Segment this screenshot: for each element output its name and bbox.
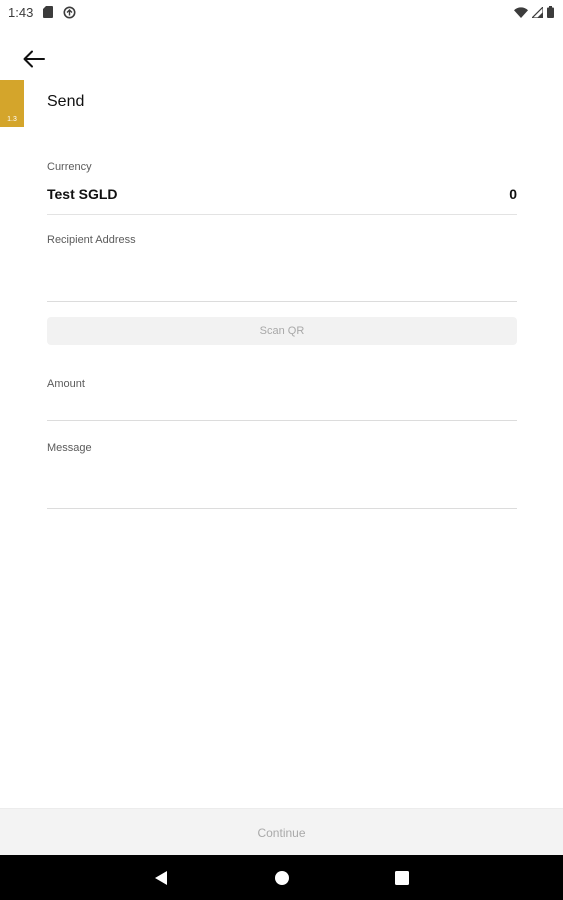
recipient-address-label: Recipient Address	[47, 234, 136, 246]
currency-selector[interactable]: Test SGLD 0	[47, 186, 517, 215]
navigation-bar	[0, 855, 563, 900]
signal-icon	[532, 6, 543, 18]
recents-square-icon	[395, 871, 409, 885]
status-bar: 1:43	[0, 0, 563, 24]
message-input[interactable]	[47, 460, 517, 509]
nav-back-button[interactable]	[149, 866, 173, 890]
amount-label: Amount	[47, 378, 85, 390]
side-tag: 1.3	[0, 80, 24, 127]
currency-name: Test SGLD	[47, 186, 118, 202]
nav-home-button[interactable]	[270, 866, 294, 890]
currency-label: Currency	[47, 161, 92, 173]
back-triangle-icon	[154, 870, 168, 886]
wifi-icon	[514, 6, 528, 18]
sync-icon	[63, 6, 76, 19]
currency-balance: 0	[509, 186, 517, 202]
page-title: Send	[47, 93, 85, 110]
status-time: 1:43	[8, 4, 34, 20]
battery-icon	[547, 6, 554, 18]
arrow-left-icon	[23, 50, 45, 68]
side-tag-label: 1.3	[7, 116, 17, 123]
amount-input[interactable]	[47, 396, 517, 421]
nav-recents-button[interactable]	[390, 866, 414, 890]
back-button[interactable]	[20, 46, 48, 72]
status-left: 1:43	[8, 5, 76, 20]
message-label: Message	[47, 442, 92, 454]
home-circle-icon	[274, 870, 290, 886]
status-right	[514, 6, 554, 18]
scan-qr-button[interactable]: Scan QR	[47, 317, 517, 345]
sd-card-icon	[43, 6, 54, 18]
continue-button[interactable]: Continue	[0, 808, 563, 856]
recipient-address-input[interactable]	[47, 253, 517, 302]
